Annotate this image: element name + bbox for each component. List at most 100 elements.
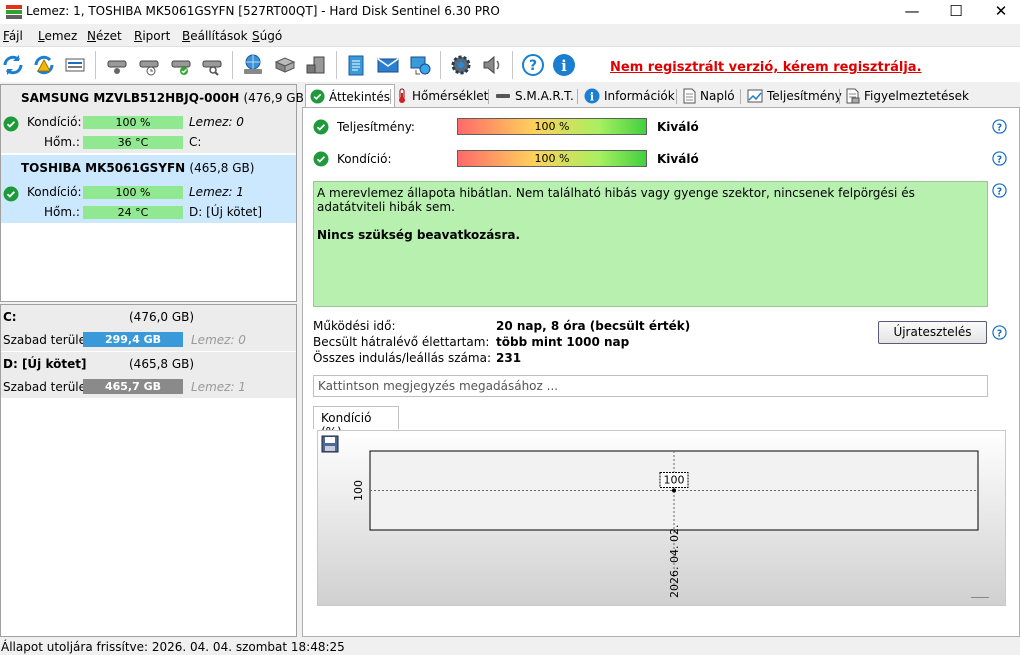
status-text: A merevlemez állapota hibátlan. Nem talá… bbox=[317, 186, 915, 214]
temperature-label: Hőm.: bbox=[44, 135, 80, 149]
document-icon bbox=[683, 88, 696, 104]
free-space-bar: 465,7 GB bbox=[83, 379, 183, 394]
retest-button[interactable]: Újratesztelés bbox=[878, 321, 987, 344]
svg-text:?: ? bbox=[529, 58, 537, 74]
hdd-schedule-icon[interactable] bbox=[136, 52, 162, 78]
disk-index: Lemez: 0 bbox=[189, 115, 244, 129]
app-icon bbox=[6, 5, 22, 19]
info-icon: i bbox=[584, 88, 600, 104]
refresh-warning-icon[interactable] bbox=[31, 52, 57, 78]
disk-item-samsung[interactable]: SAMSUNG MZVLB512HBJQ-000H (476,9 GB) Kon… bbox=[1, 85, 309, 153]
tab-bar: Áttekintés Hőmérséklet S.M.A.R.T. i Info… bbox=[302, 84, 1020, 108]
condition-label: Kondíció: bbox=[27, 185, 82, 199]
help-icon[interactable]: ? bbox=[520, 52, 546, 78]
help-icon[interactable]: ? bbox=[992, 119, 1007, 134]
tab-alerts[interactable]: Figyelmeztetések bbox=[842, 85, 973, 107]
last-refresh-text: Állapot utoljára frissítve: 2026. 04. 04… bbox=[1, 640, 345, 654]
register-link[interactable]: Nem regisztrált verzió, kérem regisztrál… bbox=[610, 60, 922, 75]
svg-text:?: ? bbox=[997, 154, 1002, 165]
network-monitor-icon[interactable] bbox=[407, 52, 433, 78]
disk-list: SAMSUNG MZVLB512HBJQ-000H (476,9 GB) Kon… bbox=[0, 84, 309, 302]
email-icon[interactable] bbox=[375, 52, 401, 78]
volume-item-c[interactable]: C: (476,0 GB) Szabad terület 299,4 GB Le… bbox=[1, 305, 296, 351]
refresh-icon[interactable] bbox=[0, 52, 26, 78]
disk-stack-icon[interactable] bbox=[272, 52, 298, 78]
overview-panel: Teljesítmény: 100 % Kiváló ? Kondíció: 1… bbox=[302, 107, 1020, 637]
disk-name: TOSHIBA MK5061GSYFN bbox=[21, 161, 186, 175]
check-ok-icon bbox=[313, 119, 329, 135]
chart-icon bbox=[747, 89, 763, 103]
menu-help[interactable]: Súgó bbox=[252, 29, 282, 43]
minimize-button[interactable]: — bbox=[889, 0, 935, 24]
free-space-label: Szabad terület bbox=[3, 380, 91, 394]
condition-chart-area: 100 100 2026. 04. 02. bbox=[317, 430, 1006, 606]
volume-disk: Lemez: 0 bbox=[191, 333, 246, 347]
tab-smart[interactable]: S.M.A.R.T. bbox=[491, 85, 578, 107]
maximize-button[interactable]: ☐ bbox=[933, 0, 979, 24]
help-icon[interactable]: ? bbox=[992, 151, 1007, 166]
settings-gear-icon[interactable] bbox=[448, 52, 474, 78]
free-space-bar: 299,4 GB bbox=[83, 332, 183, 347]
free-space-label: Szabad terület bbox=[3, 333, 91, 347]
disk-size: (465,8 GB) bbox=[189, 161, 255, 175]
menu-view[interactable]: Nézet bbox=[87, 29, 122, 43]
volume-item-d[interactable]: D: [Új kötet] (465,8 GB) Szabad terület … bbox=[1, 352, 296, 398]
disk-name: SAMSUNG MZVLB512HBJQ-000H bbox=[21, 91, 240, 105]
condition-bar: 100 % bbox=[83, 116, 183, 129]
volume-size: (476,0 GB) bbox=[129, 310, 195, 324]
note-input[interactable]: Kattintson megjegyzés megadásához ... bbox=[313, 375, 988, 397]
tab-performance[interactable]: Teljesítmény bbox=[743, 85, 846, 107]
help-icon[interactable]: ? bbox=[992, 183, 1007, 198]
performance-label: Teljesítmény: bbox=[337, 120, 415, 134]
menu-report[interactable]: Riport bbox=[134, 29, 170, 43]
disk-index: Lemez: 1 bbox=[189, 185, 244, 199]
help-icon[interactable]: ? bbox=[992, 325, 1007, 340]
svg-text:i: i bbox=[590, 91, 594, 104]
hdd-search-icon[interactable] bbox=[199, 52, 225, 78]
info-icon[interactable]: i bbox=[551, 52, 577, 78]
tab-graph-condition[interactable]: Kondíció (%) bbox=[313, 406, 399, 439]
condition-chart: 100 100 2026. 04. 02. bbox=[352, 450, 979, 598]
status-action: Nincs szükség beavatkozásra. bbox=[317, 228, 521, 242]
condition-label: Kondíció: bbox=[27, 115, 82, 129]
chart-scroll-handle[interactable] bbox=[971, 597, 989, 598]
report-notepad-icon[interactable] bbox=[343, 52, 369, 78]
menu-bar: Fájl Lemez Nézet Riport Beállítások Súgó bbox=[0, 26, 1020, 46]
temperature-bar: 24 °C bbox=[83, 206, 183, 219]
condition-bar: 100 % bbox=[83, 186, 183, 199]
lifetime-value: több mint 1000 nap bbox=[496, 335, 630, 349]
check-ok-icon bbox=[3, 186, 19, 202]
temperature-bar: 36 °C bbox=[83, 136, 183, 149]
tab-overview[interactable]: Áttekintés bbox=[305, 84, 396, 108]
network-disk-icon[interactable] bbox=[240, 52, 266, 78]
volume-size: (465,8 GB) bbox=[129, 357, 195, 371]
data-point bbox=[672, 488, 676, 493]
data-label: 100 bbox=[664, 474, 685, 487]
x-tick-label: 2026. 04. 02. bbox=[668, 525, 681, 598]
menu-file[interactable]: Fájl bbox=[3, 29, 23, 43]
tab-log[interactable]: Napló bbox=[679, 85, 739, 107]
close-button[interactable]: ✕ bbox=[978, 0, 1020, 24]
tab-temperature[interactable]: Hőmérséklet bbox=[392, 85, 492, 107]
menu-settings[interactable]: Beállítások bbox=[182, 29, 248, 43]
alerts-document-icon bbox=[846, 88, 860, 104]
y-tick-label: 100 bbox=[352, 480, 365, 501]
hdd-check-icon[interactable] bbox=[168, 52, 194, 78]
hdd-icon[interactable] bbox=[104, 52, 130, 78]
check-ok-icon bbox=[310, 89, 325, 104]
svg-text:?: ? bbox=[997, 328, 1002, 339]
condition-bar: 100 % bbox=[457, 150, 647, 167]
window-title: Lemez: 1, TOSHIBA MK5061GSYFN [527RT00QT… bbox=[26, 4, 500, 18]
external-disk-icon[interactable] bbox=[303, 52, 329, 78]
startstop-label: Összes indulás/leállás száma: bbox=[313, 351, 491, 365]
sound-icon[interactable] bbox=[479, 52, 505, 78]
drive-letter: C: bbox=[189, 135, 202, 149]
disk-panel-icon[interactable] bbox=[62, 52, 88, 78]
disk-item-toshiba[interactable]: TOSHIBA MK5061GSYFN (465,8 GB) Kondíció:… bbox=[1, 155, 296, 223]
drive-letter: D: [Új kötet] bbox=[189, 205, 263, 219]
startstop-value: 231 bbox=[496, 351, 522, 365]
lifetime-label: Becsült hátralévő élettartam: bbox=[313, 335, 490, 349]
disk-size: (476,9 GB) bbox=[243, 91, 309, 105]
tab-information[interactable]: i Információk bbox=[580, 85, 679, 107]
menu-disk[interactable]: Lemez bbox=[38, 29, 77, 43]
